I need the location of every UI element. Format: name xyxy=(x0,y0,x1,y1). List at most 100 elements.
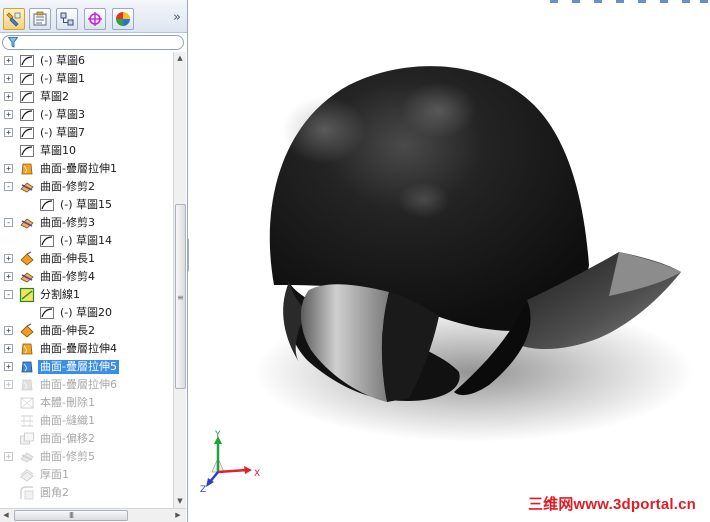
tree-item-label: 曲面-疊層拉伸1 xyxy=(40,162,117,175)
collapse-toggle[interactable]: - xyxy=(4,182,13,191)
expand-toggle[interactable]: + xyxy=(4,92,13,101)
expand-toggle[interactable]: + xyxy=(4,452,13,461)
tree-item[interactable]: + 曲面-修剪5 xyxy=(0,448,173,466)
tree-item[interactable]: 曲面-偏移2 xyxy=(0,430,173,448)
property-icon xyxy=(33,11,47,26)
tree-item-label: 分割線1 xyxy=(40,288,80,301)
tree-item[interactable]: - 曲面-修剪3 xyxy=(0,214,173,232)
collapse-toggle[interactable]: - xyxy=(4,218,13,227)
tree-item[interactable]: (-) 草圖20 xyxy=(0,304,173,322)
tree-item-label: 曲面-疊層拉伸6 xyxy=(40,378,117,391)
expand-toggle[interactable]: + xyxy=(4,344,13,353)
tree-item[interactable]: + 曲面-疊層拉伸4 xyxy=(0,340,173,358)
expand-toggle[interactable]: + xyxy=(4,128,13,137)
tree-item-label: 曲面-修剪5 xyxy=(40,450,95,463)
display-manager-tab[interactable] xyxy=(112,8,134,30)
collapse-toggle[interactable]: - xyxy=(4,290,13,299)
tree-item[interactable]: + (-) 草圖3 xyxy=(0,106,173,124)
manager-tabs: » xyxy=(0,0,187,33)
expand-toggle[interactable]: + xyxy=(4,326,13,335)
scroll-down-arrow-icon[interactable]: ▼ xyxy=(174,495,186,507)
collapse-panel-button[interactable]: » xyxy=(170,10,184,26)
tree-item-label: 草圖10 xyxy=(40,144,76,157)
sketch-icon xyxy=(38,304,56,322)
sketch-icon xyxy=(18,124,36,142)
surface-loft-icon xyxy=(18,340,36,358)
tree-item-label: 曲面-修剪3 xyxy=(40,216,95,229)
expand-toggle[interactable]: + xyxy=(4,380,13,389)
configuration-icon xyxy=(60,12,74,26)
expand-toggle[interactable]: + xyxy=(4,362,13,371)
triad-y-label: Y xyxy=(214,430,221,440)
tree-item[interactable]: - 曲面-修剪2 xyxy=(0,178,173,196)
tree-item[interactable]: (-) 草圖15 xyxy=(0,196,173,214)
tree-item-label: (-) 草圖15 xyxy=(60,198,113,211)
tree-item[interactable]: + 曲面-疊層拉伸5 xyxy=(0,358,173,376)
expand-toggle[interactable]: + xyxy=(4,110,13,119)
surface-trim-icon xyxy=(18,448,36,466)
expand-toggle[interactable]: + xyxy=(4,272,13,281)
sketch-icon xyxy=(18,142,36,160)
tree-item-label: 曲面-伸長2 xyxy=(40,324,95,337)
tree-item[interactable]: (-) 草圖14 xyxy=(0,232,173,250)
sketch-icon xyxy=(18,70,36,88)
configuration-manager-tab[interactable] xyxy=(56,8,78,30)
tree-item-label: 厚面1 xyxy=(40,468,69,481)
surface-loft-icon xyxy=(18,376,36,394)
tree-item[interactable]: + 曲面-修剪4 xyxy=(0,268,173,286)
tree-item-label: 曲面-疊層拉伸5 xyxy=(38,360,119,374)
sketch-icon xyxy=(18,52,36,70)
tree-item-label: 曲面-縫織1 xyxy=(40,414,95,427)
tree-item-label: (-) 草圖20 xyxy=(60,306,113,319)
graphics-viewport[interactable]: Y X Z 三维网www.3dportal.cn xyxy=(189,0,710,522)
horizontal-scroll-thumb[interactable]: III xyxy=(14,510,128,521)
tree-vertical-scrollbar[interactable]: ▲ ≡ ▼ xyxy=(173,52,186,508)
tree-item-label: 本體-刪除1 xyxy=(40,396,95,409)
expand-toggle[interactable]: + xyxy=(4,164,13,173)
tree-filter-field[interactable] xyxy=(2,35,184,50)
surface-knit-icon xyxy=(18,412,36,430)
feature-tree-icon xyxy=(6,12,21,27)
expand-toggle[interactable]: + xyxy=(4,56,13,65)
scroll-up-arrow-icon[interactable]: ▲ xyxy=(174,52,186,64)
tree-item-label: 曲面-伸長1 xyxy=(40,252,95,265)
tree-item-label: (-) 草圖7 xyxy=(40,126,86,139)
tree-item[interactable]: + (-) 草圖6 xyxy=(0,52,173,70)
property-manager-tab[interactable] xyxy=(29,8,51,30)
expand-toggle[interactable]: + xyxy=(4,254,13,263)
tree-item-label: (-) 草圖3 xyxy=(40,108,86,121)
tree-item-label: (-) 草圖6 xyxy=(40,54,86,67)
tree-item[interactable]: + (-) 草圖1 xyxy=(0,70,173,88)
tree-item-label: 草圖2 xyxy=(40,90,69,103)
tree-item[interactable]: 草圖10 xyxy=(0,142,173,160)
sketch-icon xyxy=(38,196,56,214)
tree-item[interactable]: 本體-刪除1 xyxy=(0,394,173,412)
tree-horizontal-scrollbar[interactable]: ◀ III ▶ xyxy=(0,508,186,522)
tree-item[interactable]: - 分割線1 xyxy=(0,286,173,304)
dimxpert-tab[interactable] xyxy=(84,8,106,30)
fillet-icon xyxy=(18,484,36,502)
split-line-icon xyxy=(18,286,36,304)
sketch-icon xyxy=(18,88,36,106)
tree-item[interactable]: + 曲面-疊層拉伸6 xyxy=(0,376,173,394)
tree-item-label: 曲面-修剪4 xyxy=(40,270,95,283)
tree-item[interactable]: 圓角2 xyxy=(0,484,173,502)
tree-item[interactable]: + 曲面-伸長2 xyxy=(0,322,173,340)
tree-item-label: 曲面-疊層拉伸4 xyxy=(40,342,117,355)
tree-item[interactable]: + 曲面-疊層拉伸1 xyxy=(0,160,173,178)
sketch-icon xyxy=(38,232,56,250)
tree-item[interactable]: + 草圖2 xyxy=(0,88,173,106)
thicken-icon xyxy=(18,466,36,484)
feature-manager-tab[interactable] xyxy=(3,8,25,30)
feature-tree: + (-) 草圖6 + (-) 草圖1 + 草圖2 + (-) 草圖3 + (-) 草圖7 草圖10… xyxy=(0,52,173,508)
surface-loft-icon xyxy=(18,160,36,178)
scroll-right-arrow-icon[interactable]: ▶ xyxy=(172,509,184,522)
delete-body-icon xyxy=(18,394,36,412)
expand-toggle[interactable]: + xyxy=(4,74,13,83)
scroll-left-arrow-icon[interactable]: ◀ xyxy=(0,509,12,522)
feature-manager-panel: » + (-) 草圖6 + (-) 草圖1 + 草圖2 + (-) 草圖3 + (-) 草圖7 草圖… xyxy=(0,0,188,522)
tree-item[interactable]: 曲面-縫織1 xyxy=(0,412,173,430)
tree-item[interactable]: 厚面1 xyxy=(0,466,173,484)
tree-item[interactable]: + (-) 草圖7 xyxy=(0,124,173,142)
tree-item[interactable]: + 曲面-伸長1 xyxy=(0,250,173,268)
